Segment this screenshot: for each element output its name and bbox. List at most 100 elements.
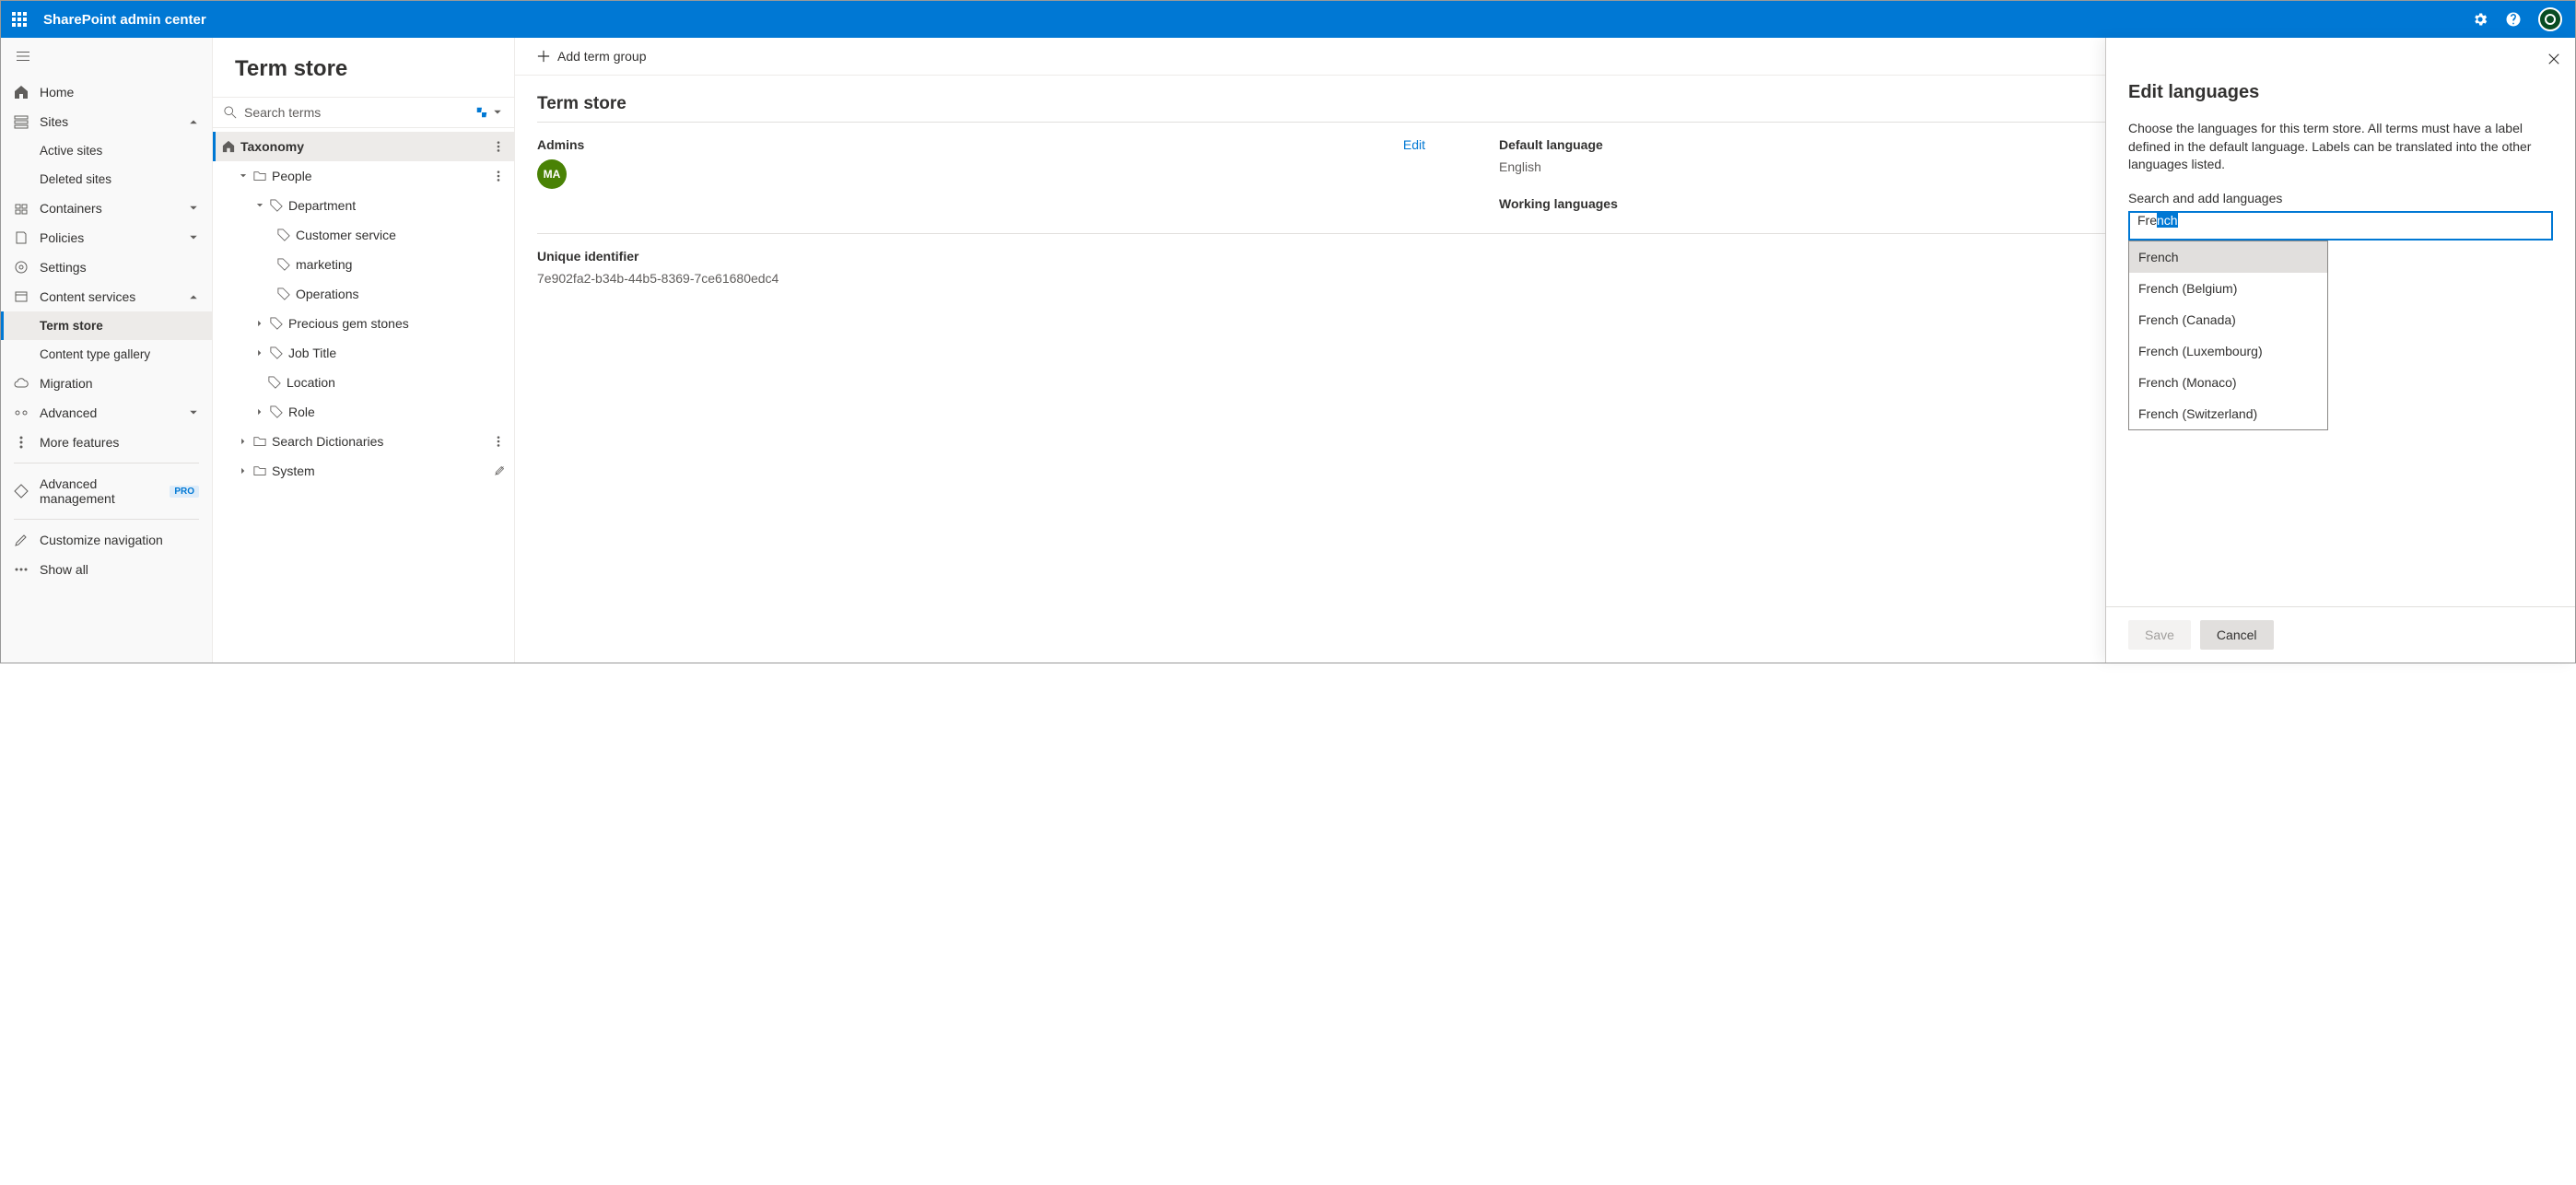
more-icon[interactable] bbox=[492, 170, 505, 182]
suggestion-item[interactable]: French (Luxembourg) bbox=[2129, 335, 2327, 367]
settings-icon bbox=[14, 260, 29, 275]
tree-node-location[interactable]: Location bbox=[213, 368, 514, 397]
diamond-icon bbox=[14, 484, 29, 499]
main-content: Add term group Term store AdminsEdit MA … bbox=[515, 38, 2575, 663]
nav-containers[interactable]: Containers bbox=[1, 194, 212, 223]
folder-icon bbox=[253, 435, 266, 448]
suggestion-item[interactable]: French (Canada) bbox=[2129, 304, 2327, 335]
more-icon bbox=[14, 435, 29, 450]
chevron-down-icon bbox=[188, 232, 199, 243]
search-terms-input[interactable]: Search terms bbox=[224, 105, 468, 120]
suggestion-item[interactable]: French (Switzerland) bbox=[2129, 398, 2327, 429]
nav-advanced[interactable]: Advanced bbox=[1, 398, 212, 428]
sites-icon bbox=[14, 114, 29, 129]
chevron-down-icon bbox=[255, 201, 264, 210]
nav-deleted-sites[interactable]: Deleted sites bbox=[1, 165, 212, 194]
tag-icon bbox=[277, 287, 290, 300]
nav-term-store[interactable]: Term store bbox=[1, 311, 212, 340]
admins-edit-link[interactable]: Edit bbox=[1403, 137, 1425, 152]
search-icon bbox=[224, 106, 237, 119]
tag-icon bbox=[277, 258, 290, 271]
nav-customize-navigation[interactable]: Customize navigation bbox=[1, 525, 212, 555]
chevron-right-icon bbox=[255, 407, 264, 417]
folder-icon bbox=[253, 464, 266, 477]
suggestion-item[interactable]: French (Belgium) bbox=[2129, 273, 2327, 304]
tree-node-taxonomy[interactable]: Taxonomy bbox=[213, 132, 514, 161]
policies-icon bbox=[14, 230, 29, 245]
folder-icon bbox=[253, 170, 266, 182]
gear-icon[interactable] bbox=[2472, 11, 2488, 28]
tree-node-search-dictionaries[interactable]: Search Dictionaries bbox=[213, 427, 514, 456]
admin-avatar: MA bbox=[537, 159, 567, 189]
lock-icon bbox=[494, 465, 505, 476]
page-title: Term store bbox=[213, 38, 514, 98]
tree-node-department[interactable]: Department bbox=[213, 191, 514, 220]
help-icon[interactable] bbox=[2505, 11, 2522, 28]
tree-node-marketing[interactable]: marketing bbox=[213, 250, 514, 279]
more-icon[interactable] bbox=[492, 140, 505, 153]
suggestion-item[interactable]: French bbox=[2129, 241, 2327, 273]
tag-icon bbox=[270, 317, 283, 330]
search-languages-label: Search and add languages bbox=[2128, 191, 2553, 205]
cloud-icon bbox=[14, 376, 29, 391]
nav-advanced-management[interactable]: Advanced managementPRO bbox=[1, 469, 212, 513]
admins-label: Admins bbox=[537, 137, 584, 152]
chevron-right-icon bbox=[255, 348, 264, 358]
add-term-group-button[interactable]: Add term group bbox=[557, 49, 647, 64]
nav-migration[interactable]: Migration bbox=[1, 369, 212, 398]
save-button[interactable]: Save bbox=[2128, 620, 2191, 650]
add-icon bbox=[537, 50, 550, 63]
tag-icon bbox=[270, 199, 283, 212]
chevron-down-icon bbox=[188, 407, 199, 418]
nav-home[interactable]: Home bbox=[1, 77, 212, 107]
suggestion-item[interactable]: French (Monaco) bbox=[2129, 367, 2327, 398]
search-languages-input[interactable]: French bbox=[2128, 211, 2553, 241]
default-language-label: Default language bbox=[1499, 137, 1603, 152]
account-avatar[interactable] bbox=[2538, 7, 2562, 31]
chevron-down-icon bbox=[239, 171, 248, 181]
tag-icon bbox=[270, 405, 283, 418]
more-icon[interactable] bbox=[492, 435, 505, 448]
uid-label: Unique identifier bbox=[537, 249, 638, 264]
pro-badge: PRO bbox=[170, 486, 199, 498]
tree-node-role[interactable]: Role bbox=[213, 397, 514, 427]
language-filter-dropdown[interactable] bbox=[475, 106, 503, 119]
top-bar: SharePoint admin center bbox=[1, 1, 2575, 38]
nav-sites[interactable]: Sites bbox=[1, 107, 212, 136]
tree-node-operations[interactable]: Operations bbox=[213, 279, 514, 309]
close-icon bbox=[2547, 53, 2560, 65]
side-navigation: Home Sites Active sites Deleted sites Co… bbox=[1, 38, 213, 663]
term-tree-panel: Term store Search terms Taxonomy People … bbox=[213, 38, 515, 663]
chevron-down-icon bbox=[188, 203, 199, 214]
advanced-icon bbox=[14, 405, 29, 420]
tree-node-people[interactable]: People bbox=[213, 161, 514, 191]
language-suggestions: French French (Belgium) French (Canada) … bbox=[2128, 241, 2328, 430]
tree-node-job-title[interactable]: Job Title bbox=[213, 338, 514, 368]
app-launcher-icon[interactable] bbox=[8, 8, 30, 30]
nav-active-sites[interactable]: Active sites bbox=[1, 136, 212, 165]
nav-policies[interactable]: Policies bbox=[1, 223, 212, 252]
chevron-right-icon bbox=[255, 319, 264, 328]
nav-show-all[interactable]: Show all bbox=[1, 555, 212, 584]
close-button[interactable] bbox=[2547, 53, 2560, 68]
chevron-up-icon bbox=[188, 116, 199, 127]
chevron-right-icon bbox=[239, 466, 248, 475]
tree-node-system[interactable]: System bbox=[213, 456, 514, 486]
collapse-nav-button[interactable] bbox=[1, 38, 212, 77]
nav-more-features[interactable]: More features bbox=[1, 428, 212, 457]
translate-icon bbox=[475, 106, 488, 119]
tree-node-gem-stones[interactable]: Precious gem stones bbox=[213, 309, 514, 338]
chevron-right-icon bbox=[239, 437, 248, 446]
containers-icon bbox=[14, 201, 29, 216]
nav-settings[interactable]: Settings bbox=[1, 252, 212, 282]
tag-icon bbox=[277, 229, 290, 241]
nav-content-services[interactable]: Content services bbox=[1, 282, 212, 311]
tag-icon bbox=[268, 376, 281, 389]
tree-node-customer-service[interactable]: Customer service bbox=[213, 220, 514, 250]
cancel-button[interactable]: Cancel bbox=[2200, 620, 2274, 650]
content-services-icon bbox=[14, 289, 29, 304]
app-title: SharePoint admin center bbox=[43, 12, 206, 28]
home-icon bbox=[14, 85, 29, 100]
panel-description: Choose the languages for this term store… bbox=[2128, 120, 2553, 174]
nav-content-type-gallery[interactable]: Content type gallery bbox=[1, 340, 212, 369]
